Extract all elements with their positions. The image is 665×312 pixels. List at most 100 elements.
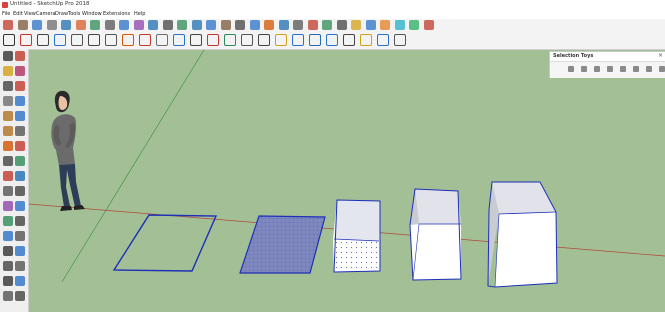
tray-close-icon[interactable]: × [658,52,663,59]
left-tool-icon[interactable] [15,261,25,271]
box-medium[interactable] [409,188,462,281]
select-components-icon[interactable] [633,66,639,72]
menu-file[interactable]: File [2,11,10,17]
toolbar2-tool-icon[interactable] [394,34,406,46]
left-tool-icon[interactable] [3,171,13,181]
toolbar2-tool-icon[interactable] [241,34,253,46]
toolbar1-tool-icon[interactable] [61,20,71,30]
toolbar1-tool-icon[interactable] [17,20,28,30]
deselect-icon[interactable] [607,66,613,72]
left-tool-icon[interactable] [3,141,13,151]
menu-camera[interactable]: Camera [36,11,56,17]
modeling-viewport[interactable] [29,50,665,312]
left-tool-icon[interactable] [15,201,25,211]
toolbar1-tool-icon[interactable] [249,20,260,30]
left-tool-icon[interactable] [3,81,13,91]
select-faces-icon[interactable] [594,66,600,72]
selected-face[interactable] [239,215,326,274]
toolbar2-tool-icon[interactable] [139,34,151,46]
toolbar1-tool-icon[interactable] [162,20,173,30]
menu-draw[interactable]: Draw [55,11,68,17]
toolbar2-tool-icon[interactable] [190,34,202,46]
left-tool-icon[interactable] [15,126,25,136]
toolbar2-tool-icon[interactable] [292,34,304,46]
toolbar1-tool-icon[interactable] [380,20,390,30]
toolbar1-tool-icon[interactable] [264,20,274,30]
toolbar1-tool-icon[interactable] [206,20,216,30]
menu-tools[interactable]: Tools [68,11,80,17]
toolbar1-tool-icon[interactable] [177,20,187,30]
left-tool-icon[interactable] [15,216,25,226]
toolbar1-tool-icon[interactable] [351,20,361,30]
left-tool-icon[interactable] [15,141,25,151]
left-tool-icon[interactable] [15,276,25,286]
left-tool-icon[interactable] [3,111,13,121]
toolbar1-tool-icon[interactable] [293,20,303,30]
left-tool-icon[interactable] [3,246,13,256]
left-tool-icon[interactable] [3,186,13,196]
toolbar2-tool-icon[interactable] [343,34,355,46]
toolbar1-tool-icon[interactable] [3,20,13,30]
select-edges-icon[interactable] [581,66,587,72]
toolbar1-tool-icon[interactable] [191,20,202,30]
selected-box-short[interactable] [333,199,381,273]
left-tool-icon[interactable] [15,51,25,61]
toolbar2-tool-icon[interactable] [275,34,287,46]
left-tool-icon[interactable] [15,171,25,181]
menu-extensions[interactable]: Extensions [103,11,130,17]
toolbar2-tool-icon[interactable] [207,34,219,46]
toolbar2-tool-icon[interactable] [88,34,100,46]
left-tool-icon[interactable] [3,126,13,136]
left-tool-icon[interactable] [15,66,25,76]
select-groups-icon[interactable] [620,66,626,72]
toolbar2-tool-icon[interactable] [37,34,49,46]
toolbar2-tool-icon[interactable] [377,34,389,46]
left-tool-icon[interactable] [15,96,25,106]
toolbar2-tool-icon[interactable] [54,34,66,46]
rectangle-outline[interactable] [112,214,218,272]
left-tool-icon[interactable] [15,231,25,241]
box-tall[interactable] [487,181,558,288]
left-tool-icon[interactable] [15,156,25,166]
toolbar2-tool-icon[interactable] [309,34,321,46]
left-tool-icon[interactable] [3,261,13,271]
toolbar2-tool-icon[interactable] [156,34,168,46]
toolbar1-tool-icon[interactable] [104,20,115,30]
toolbar1-tool-icon[interactable] [90,20,100,30]
left-tool-icon[interactable] [15,81,25,91]
left-tool-icon[interactable] [3,201,13,211]
toolbar1-tool-icon[interactable] [394,20,405,30]
menu-view[interactable]: View [24,11,36,17]
select-all-icon[interactable] [568,66,574,72]
toolbar1-tool-icon[interactable] [220,20,231,30]
toolbar2-tool-icon[interactable] [71,34,83,46]
toolbar1-tool-icon[interactable] [133,20,144,30]
left-tool-icon[interactable] [3,156,13,166]
menu-help[interactable]: Help [134,11,145,17]
toolbar2-tool-icon[interactable] [105,34,117,46]
left-tool-icon[interactable] [15,186,25,196]
toolbar1-tool-icon[interactable] [235,20,245,30]
toolbar1-tool-icon[interactable] [307,20,318,30]
toolbar1-tool-icon[interactable] [75,20,86,30]
left-tool-icon[interactable] [15,246,25,256]
left-tool-icon[interactable] [3,66,13,76]
left-tool-icon[interactable] [3,51,13,61]
toolbar1-tool-icon[interactable] [322,20,332,30]
left-tool-icon[interactable] [3,231,13,241]
toolbar2-tool-icon[interactable] [122,34,134,46]
menu-edit[interactable]: Edit [13,11,23,17]
hide-icon[interactable] [659,66,665,72]
toolbar1-tool-icon[interactable] [365,20,376,30]
toolbar1-tool-icon[interactable] [423,20,434,30]
toolbar2-tool-icon[interactable] [326,34,338,46]
left-tool-icon[interactable] [3,96,13,106]
toolbar2-tool-icon[interactable] [20,34,32,46]
toolbar2-tool-icon[interactable] [3,34,15,46]
left-tool-icon[interactable] [3,216,13,226]
toolbar2-tool-icon[interactable] [258,34,270,46]
toolbar1-tool-icon[interactable] [278,20,289,30]
toolbar2-tool-icon[interactable] [224,34,236,46]
toolbar1-tool-icon[interactable] [336,20,347,30]
left-tool-icon[interactable] [15,111,25,121]
